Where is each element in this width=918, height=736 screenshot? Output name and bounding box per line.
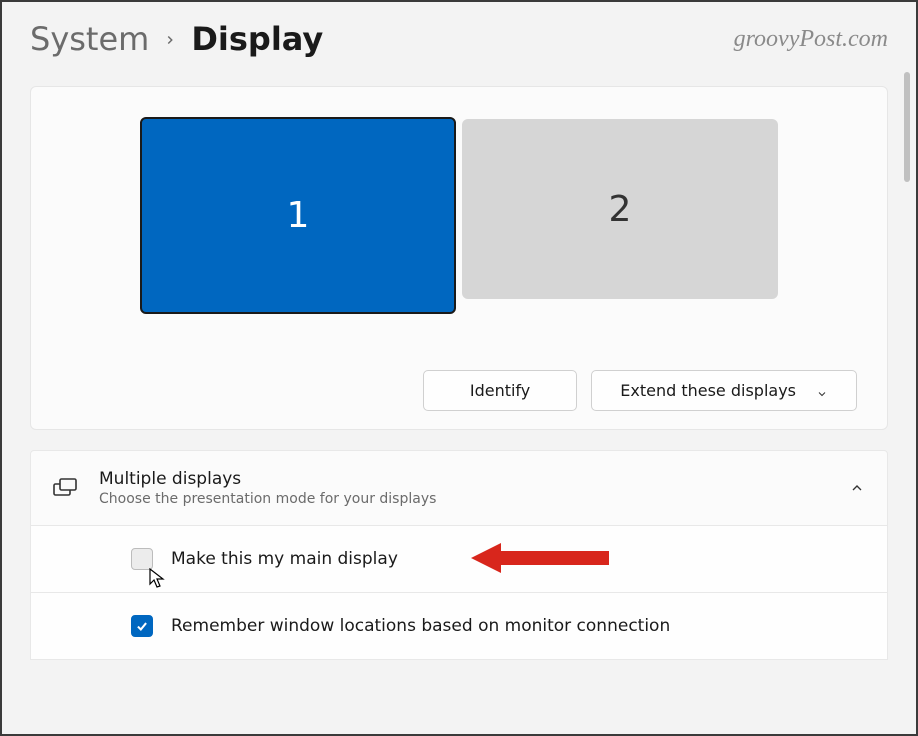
- remember-windows-option: Remember window locations based on monit…: [30, 593, 888, 660]
- main-display-label: Make this my main display: [171, 549, 398, 569]
- main-display-checkbox[interactable]: [131, 548, 153, 570]
- annotation-arrow: [471, 538, 611, 578]
- monitor-2[interactable]: 2: [462, 119, 778, 299]
- identify-button[interactable]: Identify: [423, 370, 577, 411]
- breadcrumb-row: System Display groovyPost.com: [30, 20, 888, 58]
- monitors-row: 1 2: [61, 117, 857, 314]
- scrollbar[interactable]: [904, 72, 910, 182]
- section-title-group: Multiple displays Choose the presentatio…: [99, 469, 827, 507]
- remember-windows-label: Remember window locations based on monit…: [171, 616, 670, 636]
- multiple-displays-icon: [53, 476, 77, 500]
- chevron-up-icon: [849, 480, 865, 496]
- breadcrumb-parent[interactable]: System: [30, 20, 149, 58]
- chevron-down-icon: [816, 385, 828, 397]
- identify-label: Identify: [470, 381, 530, 400]
- page-title: Display: [191, 20, 323, 58]
- multiple-displays-header[interactable]: Multiple displays Choose the presentatio…: [30, 450, 888, 526]
- monitor-1[interactable]: 1: [140, 117, 456, 314]
- section-subtitle: Choose the presentation mode for your di…: [99, 491, 827, 507]
- panel-buttons: Identify Extend these displays: [61, 370, 857, 411]
- chevron-right-icon: [163, 25, 177, 53]
- main-display-option: Make this my main display: [30, 526, 888, 593]
- extend-label: Extend these displays: [620, 381, 796, 400]
- extend-displays-dropdown[interactable]: Extend these displays: [591, 370, 857, 411]
- display-arrangement-panel: 1 2 Identify Extend these displays: [30, 86, 888, 430]
- section-title: Multiple displays: [99, 469, 827, 489]
- remember-windows-checkbox[interactable]: [131, 615, 153, 637]
- cursor-icon: [149, 568, 167, 590]
- breadcrumb: System Display: [30, 20, 323, 58]
- watermark: groovyPost.com: [734, 26, 888, 53]
